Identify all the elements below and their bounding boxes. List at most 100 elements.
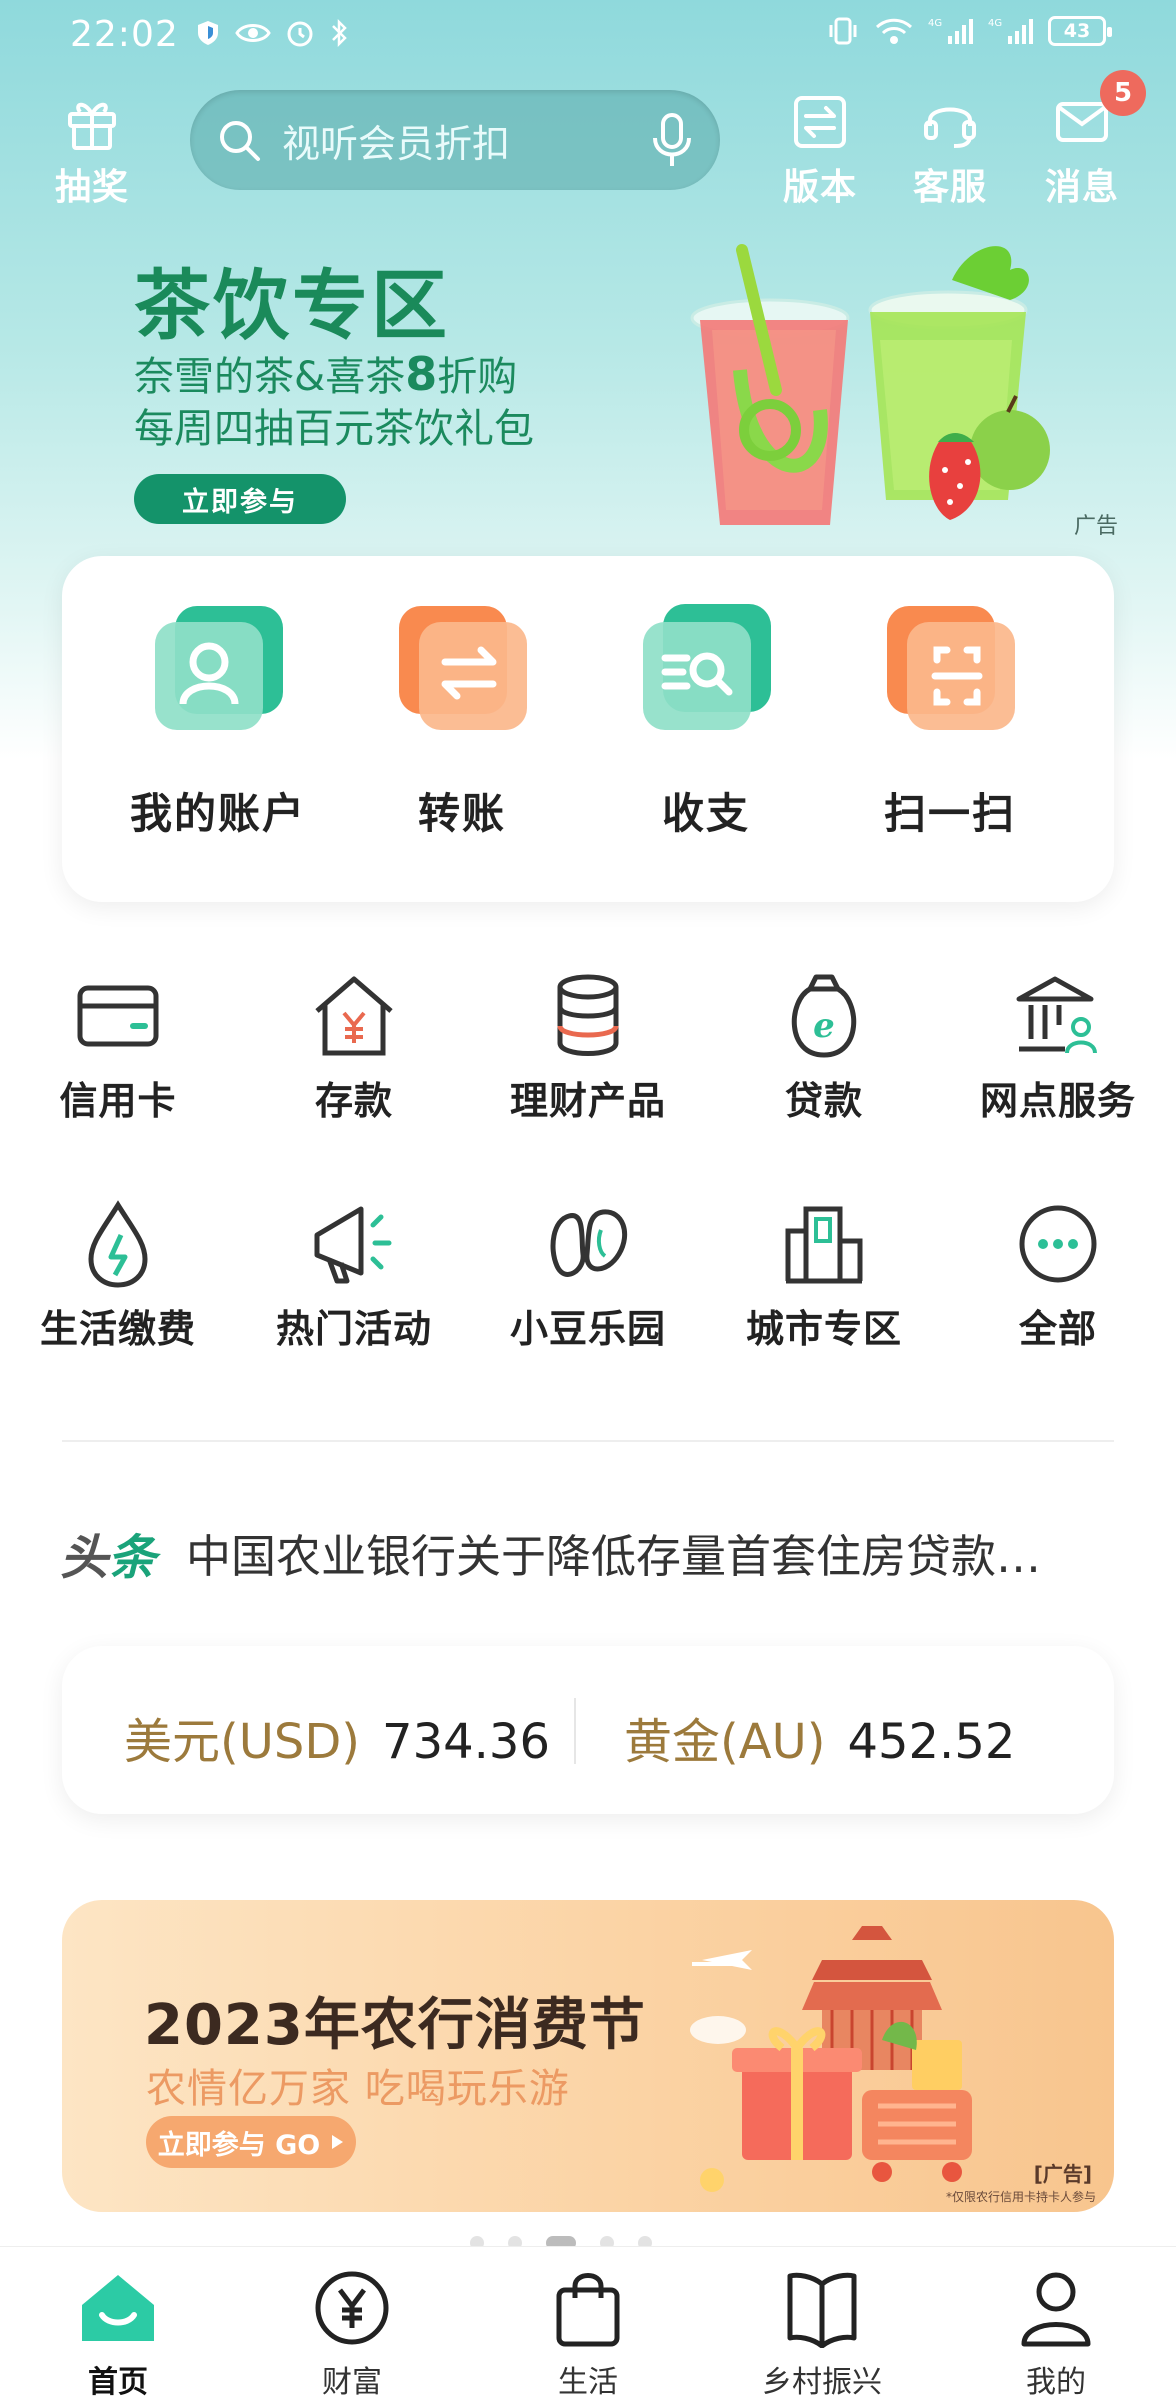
service-label: 小豆乐园 <box>509 1307 666 1351</box>
service-bean-park[interactable]: 小豆乐园 <box>470 1194 706 1353</box>
service-deposit[interactable]: 存款 <box>236 966 472 1125</box>
service-utility-payment[interactable]: 生活缴费 <box>0 1194 236 1353</box>
headset-icon <box>924 107 976 148</box>
eye-icon <box>235 24 271 42</box>
tea-drinks-illustration <box>690 244 1050 525</box>
search-input[interactable]: 视听会员折扣 <box>282 113 650 168</box>
lottery-button[interactable]: 抽奖 <box>42 92 142 210</box>
service-hot-activities[interactable]: 热门活动 <box>236 1194 472 1353</box>
more-icon <box>1019 1205 1097 1283</box>
version-button[interactable]: 版本 <box>770 92 870 210</box>
service-label: 信用卡 <box>59 1079 177 1123</box>
status-time: 22:02 <box>70 14 179 55</box>
headline-tag-a: 头 <box>60 1530 109 1586</box>
bluetooth-icon <box>332 18 347 48</box>
service-label: 生活缴费 <box>39 1307 196 1351</box>
bottom-tab-bar: 首页 财富 生活 乡村振兴 我的 <box>0 2246 1176 2400</box>
book-icon <box>787 2272 857 2348</box>
search-bar[interactable]: 视听会员折扣 <box>190 90 720 190</box>
shopping-bag-icon <box>556 2273 620 2347</box>
promo-button-label: 立即参与 GO <box>157 2129 321 2161</box>
service-label: 存款 <box>314 1079 393 1123</box>
messages-button[interactable]: 5 消息 <box>1032 70 1146 210</box>
quick-action-label: 我的账户 <box>129 789 306 838</box>
headline-tag-b: 条 <box>108 1530 157 1586</box>
promo-join-button[interactable]: 立即参与 GO <box>146 2116 356 2168</box>
utility-payment-icon <box>88 1200 148 1288</box>
quick-action-label: 扫一扫 <box>883 789 1016 838</box>
usd-value: 734.36 <box>382 1714 550 1770</box>
banner-line1-suffix: 折购 <box>437 354 518 400</box>
vibrate-icon <box>829 17 857 45</box>
quick-action-transfer[interactable]: 转账 <box>340 600 584 841</box>
microphone-icon[interactable] <box>650 112 694 168</box>
promo-subtitle: 农情亿万家 吃喝玩乐游 <box>146 2066 570 2112</box>
promo-note: *仅限农行信用卡持卡人参与 <box>945 2190 1096 2204</box>
tab-label: 乡村振兴 <box>762 2365 882 2400</box>
signal-icon: 4G <box>928 18 973 44</box>
exchange-rates-card[interactable]: 美元(USD) 734.36 黄金(AU) 452.52 <box>62 1646 1114 1814</box>
search-icon <box>220 121 260 161</box>
headline-tag: 头条 <box>60 1518 156 1588</box>
status-bar: 22:02 4G 4G 43 <box>0 0 1176 72</box>
service-label: 全部 <box>1018 1307 1097 1351</box>
megaphone-icon <box>314 1206 392 1284</box>
tab-mine[interactable]: 我的 <box>966 2267 1146 2400</box>
battery-indicator: 43 <box>1048 16 1112 46</box>
tab-label: 我的 <box>1026 2365 1086 2400</box>
customer-service-button[interactable]: 客服 <box>900 92 1000 210</box>
wifi-icon <box>875 18 913 44</box>
quick-action-label: 收支 <box>661 789 750 838</box>
service-credit-card[interactable]: 信用卡 <box>0 966 236 1125</box>
banner-join-button[interactable]: 立即参与 <box>134 474 346 524</box>
status-left-icons <box>195 18 349 48</box>
tab-rural-revitalization[interactable]: 乡村振兴 <box>732 2267 912 2400</box>
service-label: 网点服务 <box>979 1079 1136 1123</box>
bean-icon <box>550 1209 628 1277</box>
wealth-product-icon <box>557 974 619 1056</box>
banner-ad-tag: 广告 <box>1074 514 1119 539</box>
service-loan[interactable]: e 贷款 <box>706 966 942 1125</box>
version-label: 版本 <box>782 167 857 208</box>
banner-discount: 8 <box>405 347 438 401</box>
tab-home[interactable]: 首页 <box>28 2267 208 2400</box>
service-wealth-product[interactable]: 理财产品 <box>470 966 706 1125</box>
gold-value: 452.52 <box>847 1714 1016 1770</box>
svg-text:e: e <box>813 1006 835 1046</box>
usd-rate[interactable]: 美元(USD) 734.36 <box>124 1702 550 1772</box>
tab-life[interactable]: 生活 <box>498 2267 678 2400</box>
quick-action-my-account[interactable]: 我的账户 <box>96 600 340 841</box>
gift-icon <box>68 102 116 150</box>
banner-line2: 每周四抽百元茶饮礼包 <box>134 406 534 452</box>
gold-rate[interactable]: 黄金(AU) 452.52 <box>624 1702 1015 1772</box>
message-badge: 5 <box>1100 70 1146 116</box>
tab-label: 生活 <box>558 2365 618 2400</box>
shield-icon <box>198 21 218 45</box>
gold-label: 黄金(AU) <box>624 1714 826 1770</box>
switch-version-icon <box>794 96 846 148</box>
service-label: 城市专区 <box>745 1307 902 1351</box>
play-arrow-icon <box>332 2135 344 2149</box>
account-icon <box>155 606 283 730</box>
profile-icon <box>1021 2272 1091 2347</box>
service-all[interactable]: 全部 <box>940 1194 1176 1353</box>
loan-icon: e <box>791 974 857 1058</box>
quick-action-income-expense[interactable]: 收支 <box>584 600 828 841</box>
service-label: 贷款 <box>784 1079 863 1123</box>
tab-label: 首页 <box>88 2365 148 2400</box>
quick-action-scan[interactable]: 扫一扫 <box>828 600 1072 841</box>
headline-news[interactable]: 中国农业银行关于降低存量首套住房贷款… <box>186 1520 1106 1585</box>
svg-text:4G: 4G <box>928 18 942 29</box>
tab-wealth[interactable]: 财富 <box>262 2267 442 2400</box>
transfer-icon <box>399 606 527 730</box>
service-branch[interactable]: 网点服务 <box>940 966 1176 1125</box>
alarm-icon <box>287 21 313 47</box>
credit-card-icon <box>77 985 159 1047</box>
rates-divider <box>574 1698 576 1764</box>
tab-label: 财富 <box>322 2365 382 2400</box>
message-label: 消息 <box>1044 167 1119 208</box>
svg-text:4G: 4G <box>988 18 1002 29</box>
consumption-festival-banner[interactable]: 2023年农行消费节 农情亿万家 吃喝玩乐游 立即参与 GO [广告] *仅限农… <box>62 1900 1114 2212</box>
service-label: 理财产品 <box>509 1079 666 1123</box>
service-city-zone[interactable]: 城市专区 <box>706 1194 942 1353</box>
